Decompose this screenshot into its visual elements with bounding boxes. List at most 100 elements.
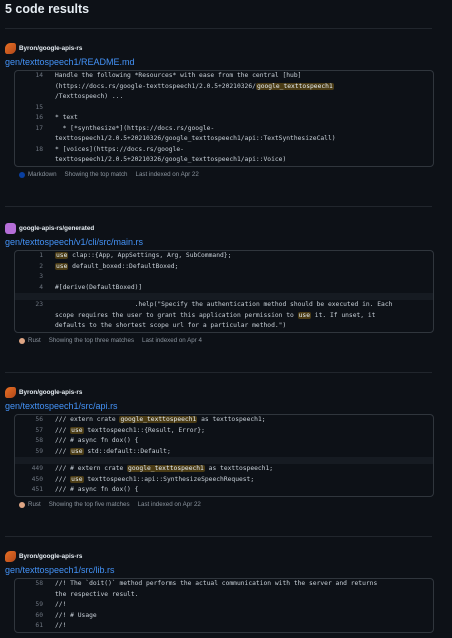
line-number[interactable]: 1 bbox=[15, 251, 55, 262]
line-number[interactable]: 449 bbox=[15, 464, 55, 475]
line-number[interactable] bbox=[15, 590, 55, 601]
code-snippet[interactable]: 1 use clap::{App, AppSettings, Arg, SubCo… bbox=[14, 250, 434, 333]
line-number[interactable]: 16 bbox=[15, 113, 55, 124]
code-line: 450/// use texttospeech1::api::Synthesiz… bbox=[15, 475, 433, 486]
match-highlight: use bbox=[70, 426, 84, 434]
match-highlight: use bbox=[55, 252, 69, 259]
line-content: use default_boxed::DefaultBoxed; bbox=[55, 262, 179, 270]
code-line: 15 bbox=[15, 103, 433, 114]
code-line: 2 use default_boxed::DefaultBoxed; bbox=[15, 262, 433, 273]
line-content: Handle the following *Resources* with ea… bbox=[55, 72, 302, 79]
code-line: 17 * [*synthesize*](https://docs.rs/goog… bbox=[15, 124, 433, 135]
repo-owner-avatar[interactable] bbox=[5, 386, 16, 398]
divider bbox=[5, 206, 432, 207]
code-line: 1 use clap::{App, AppSettings, Arg, SubCo… bbox=[15, 251, 433, 262]
file-path-link[interactable]: gen/texttospeech/v1/cli/src/main.rs bbox=[5, 236, 432, 248]
language-label: Rust bbox=[28, 337, 41, 344]
language-color-dot bbox=[19, 171, 25, 178]
line-number[interactable]: 14 bbox=[15, 71, 55, 82]
result-meta: Rust Showing the top three matches Last in… bbox=[19, 336, 432, 346]
match-info: Showing the top match bbox=[64, 171, 128, 178]
line-content: * [voices](https://docs.rs/google- bbox=[55, 145, 184, 153]
line-number[interactable]: 17 bbox=[15, 124, 55, 135]
code-line: 59/// use std::default::Default; bbox=[15, 447, 433, 458]
line-number[interactable]: 2 bbox=[15, 262, 55, 273]
code-line: 3 bbox=[15, 272, 433, 283]
line-number[interactable]: 58 bbox=[15, 579, 55, 590]
line-content bbox=[55, 103, 433, 114]
line-number[interactable]: 58 bbox=[15, 436, 55, 447]
line-number[interactable] bbox=[15, 155, 55, 166]
line-number[interactable]: 18 bbox=[15, 145, 55, 156]
repo-name-link[interactable]: Byron/google-apis-rs bbox=[19, 45, 82, 52]
code-line: scope requires the user to grant this ap… bbox=[15, 311, 433, 322]
line-number[interactable]: 61 bbox=[15, 621, 55, 632]
match-highlight: google_texttospeech1 bbox=[255, 82, 334, 90]
code-line: 23 .help("Specify the authentication met… bbox=[15, 300, 433, 311]
line-content: * text bbox=[55, 114, 78, 121]
code-line: texttospeech1/2.0.5+20210326/google_text… bbox=[15, 155, 433, 166]
line-number[interactable]: 59 bbox=[15, 447, 55, 458]
line-number[interactable] bbox=[15, 134, 55, 145]
repo-owner-avatar[interactable] bbox=[5, 42, 16, 54]
code-line: 451/// # async fn dox() { bbox=[15, 485, 433, 496]
line-content: /Texttospeech) ... bbox=[55, 93, 124, 100]
line-number[interactable]: 3 bbox=[15, 272, 55, 283]
line-content: /// use texttospeech1::{Result, Error}; bbox=[55, 426, 205, 434]
line-number[interactable]: 60 bbox=[15, 611, 55, 622]
file-path-link[interactable]: gen/texttospeech1/README.md bbox=[5, 56, 432, 68]
code-line: 57/// use texttospeech1::{Result, Error}… bbox=[15, 426, 433, 437]
line-number[interactable] bbox=[15, 321, 55, 332]
line-content: #[derive(DefaultBoxed)] bbox=[55, 283, 143, 291]
file-path-link[interactable]: gen/texttospeech1/src/lib.rs bbox=[5, 564, 432, 576]
line-number[interactable] bbox=[15, 92, 55, 103]
code-line: 16 * text bbox=[15, 113, 433, 124]
repo-name-link[interactable]: Byron/google-apis-rs bbox=[19, 389, 82, 396]
code-line: /Texttospeech) ... bbox=[15, 92, 433, 103]
last-indexed: Last indexed on Apr 22 bbox=[137, 501, 201, 508]
repo-owner-avatar[interactable] bbox=[5, 222, 16, 234]
file-path-link[interactable]: gen/texttospeech1/src/api.rs bbox=[5, 400, 432, 412]
code-line: 4 #[derive(DefaultBoxed)] bbox=[15, 283, 433, 294]
line-number[interactable]: 57 bbox=[15, 426, 55, 437]
match-highlight: google_texttospeech1 bbox=[119, 416, 198, 423]
repo-name-link[interactable]: google-apis-rs/generated bbox=[19, 225, 94, 232]
line-content: the respective result. bbox=[55, 590, 139, 598]
line-number[interactable]: 56 bbox=[15, 415, 55, 426]
line-content: /// # async fn dox() { bbox=[55, 486, 139, 493]
line-content: /// use texttospeech1::api::SynthesizeSp… bbox=[55, 475, 255, 483]
line-number[interactable]: 451 bbox=[15, 485, 55, 496]
line-content: texttospeech1/2.0.5+20210326/google_text… bbox=[55, 135, 336, 142]
results-count-heading: 5 code results bbox=[5, 2, 90, 16]
divider bbox=[5, 372, 432, 373]
line-content: * [*synthesize*](https://docs.rs/google- bbox=[55, 124, 215, 132]
repo-name-link[interactable]: Byron/google-apis-rs bbox=[19, 553, 82, 560]
line-number[interactable] bbox=[15, 82, 55, 93]
code-line: (https://docs.rs/google-texttospeech1/2.… bbox=[15, 82, 433, 93]
language-color-dot bbox=[19, 337, 25, 344]
line-number[interactable]: 59 bbox=[15, 600, 55, 611]
code-snippet[interactable]: 14 Handle the following *Resources* with … bbox=[14, 70, 434, 167]
snippet-gap bbox=[15, 293, 433, 300]
search-result: Byron/google-apis-rs gen/texttospeech1/RE… bbox=[5, 42, 434, 180]
line-number[interactable]: 23 bbox=[15, 300, 55, 311]
code-snippet[interactable]: 56/// extern crate google_texttospeech1 … bbox=[14, 414, 434, 497]
line-content: //! bbox=[55, 622, 67, 629]
match-highlight: use bbox=[297, 311, 312, 319]
result-meta: Markdown Showing the top match Last indexe… bbox=[19, 170, 432, 180]
line-number[interactable]: 450 bbox=[15, 475, 55, 486]
line-content: //! bbox=[55, 601, 67, 608]
code-line: 56/// extern crate google_texttospeech1 … bbox=[15, 415, 433, 426]
line-content bbox=[55, 272, 433, 283]
match-info: Showing the top five matches bbox=[48, 501, 130, 508]
line-content: /// # async fn dox() { bbox=[55, 437, 139, 444]
line-number[interactable]: 15 bbox=[15, 103, 55, 114]
line-number[interactable] bbox=[15, 311, 55, 322]
line-number[interactable]: 4 bbox=[15, 283, 55, 294]
match-highlight: use bbox=[70, 447, 84, 455]
code-snippet[interactable]: 58//! The `doit()` method performs the a… bbox=[14, 578, 434, 633]
line-content: /// use std::default::Default; bbox=[55, 447, 171, 455]
line-content: texttospeech1/2.0.5+20210326/google_text… bbox=[55, 156, 287, 163]
line-content: defaults to the shortest scope url for a… bbox=[55, 322, 287, 329]
repo-owner-avatar[interactable] bbox=[5, 550, 16, 562]
